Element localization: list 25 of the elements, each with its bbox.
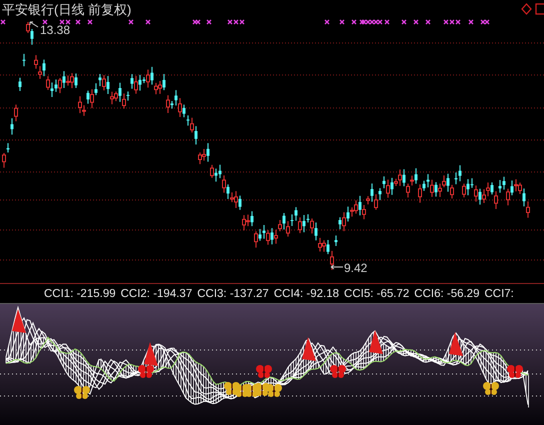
indicator-reading: CCI7: (484, 288, 514, 300)
indicator-reading: CCI2: -194.37 (120, 288, 192, 300)
peak-marker (12, 309, 26, 333)
peak-marker (449, 332, 463, 356)
indicator-reading: CCI5: -65.72 (344, 288, 410, 300)
indicator-reading: CCI3: -137.27 (197, 288, 269, 300)
butterfly-icon (74, 386, 90, 399)
peak-marker (302, 337, 316, 361)
indicator-reading: CCI4: -92.18 (274, 288, 340, 300)
leader-line (30, 22, 38, 28)
peak-marker (369, 330, 383, 354)
indicator-reading: CCI1: -215.99 (44, 288, 116, 300)
butterfly-icon (507, 365, 523, 378)
butterfly-icon (256, 365, 272, 378)
high-price-label: 13.38 (40, 23, 70, 37)
low-price-label: 9.42 (344, 261, 368, 275)
butterfly-icon (483, 382, 499, 395)
chart-title: 平安银行(日线 前复权) (2, 1, 132, 19)
butterfly-icon (266, 384, 282, 397)
indicator-reading: CCI6: -56.29 (414, 288, 480, 300)
butterfly-icon (330, 365, 346, 378)
peak-marker (144, 342, 158, 366)
leader-line (330, 264, 344, 270)
butterfly-icon (138, 365, 154, 378)
diamond-icon[interactable] (521, 3, 532, 15)
